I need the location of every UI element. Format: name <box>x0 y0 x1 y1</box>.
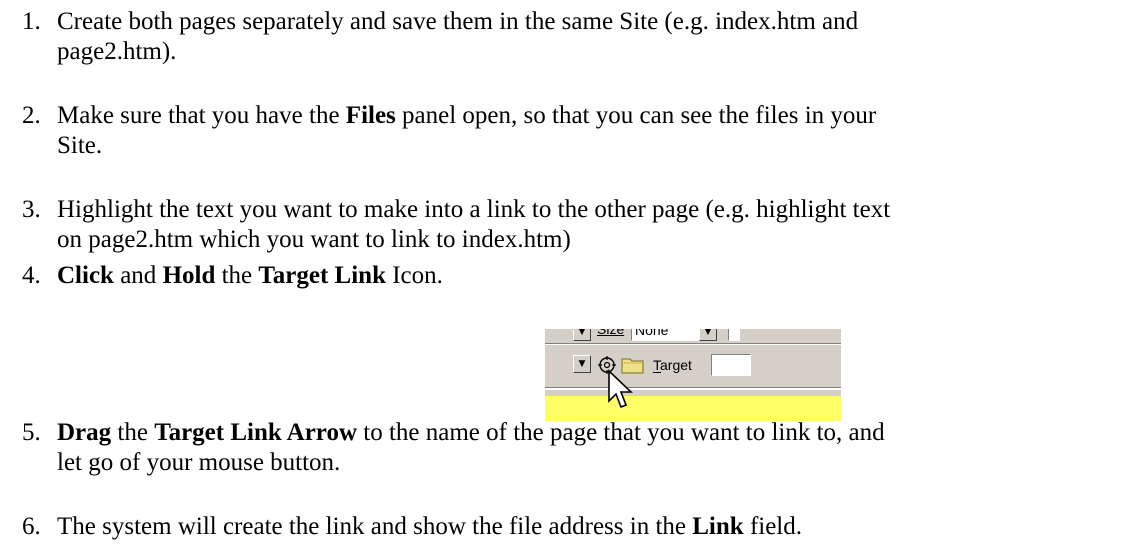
arrow-cursor-icon <box>608 369 633 409</box>
size-select-value: None <box>635 329 669 338</box>
step-line: Make sure that you have the Files panel … <box>57 101 1102 131</box>
step-number: 6. <box>22 513 41 540</box>
step-line: Site. <box>57 132 103 159</box>
step-line: The system will create the link and show… <box>57 512 1102 542</box>
link-dropdown-arrow[interactable]: ▼ <box>573 355 591 373</box>
panel-divider-light <box>545 344 841 345</box>
text-run: The system will create the link and show… <box>57 513 693 540</box>
text-run: to the name of the page that you want to… <box>357 419 885 446</box>
size-label: Size <box>597 329 625 337</box>
text-run: Make sure that you have the <box>57 102 346 129</box>
text-run: panel open, so that you can see the file… <box>395 102 877 129</box>
step-number: 4. <box>22 262 41 289</box>
step-line: Create both pages separately and save th… <box>57 8 859 35</box>
step-number: 2. <box>22 102 41 129</box>
step-line: let go of your mouse button. <box>57 449 341 476</box>
step-text: Drag the Target Link Arrow to the name o… <box>57 418 1102 478</box>
bold-term: Link <box>692 513 744 540</box>
step-line: Drag the Target Link Arrow to the name o… <box>57 418 1102 448</box>
step-text: Click and Hold the Target Link Icon. <box>57 261 1102 291</box>
step-number: 3. <box>22 196 41 223</box>
bold-term: Files <box>345 102 396 129</box>
partial-field <box>728 329 740 341</box>
text-run: and <box>113 262 163 289</box>
bold-term: Drag <box>57 419 112 446</box>
step-line: on page2.htm which you want to link to i… <box>57 226 571 253</box>
bold-term: Hold <box>162 262 216 289</box>
step-text: Make sure that you have the Files panel … <box>57 101 1102 161</box>
target-field[interactable] <box>711 354 751 376</box>
step-line: page2.htm). <box>57 38 177 65</box>
panel-bottom-edge-light <box>545 388 841 390</box>
text-run: the <box>215 262 259 289</box>
target-label-underline <box>653 372 661 373</box>
text-run: field. <box>743 513 803 540</box>
target-label: Target <box>653 357 692 373</box>
bold-term: Click <box>57 262 114 289</box>
step-number: 5. <box>22 419 41 446</box>
text-run: the <box>111 419 155 446</box>
step-number: 1. <box>22 8 41 35</box>
step-text: The system will create the link and show… <box>57 512 1102 542</box>
bold-term: Target Link Arrow <box>154 419 357 446</box>
step-text: Create both pages separately and save th… <box>57 7 1102 67</box>
size-dropdown-arrow[interactable]: ▼ <box>699 329 717 341</box>
step-line: Highlight the text you want to make into… <box>57 196 891 223</box>
dropdown-arrow-button[interactable]: ▼ <box>573 329 591 341</box>
bold-term: Target Link <box>258 262 386 289</box>
text-run: Icon. <box>385 262 443 289</box>
step-line: Click and Hold the Target Link Icon. <box>57 261 1102 291</box>
target-link-screenshot: ▼ Size None ▼ ▼ Target <box>545 329 841 421</box>
step-text: Highlight the text you want to make into… <box>57 195 1102 255</box>
